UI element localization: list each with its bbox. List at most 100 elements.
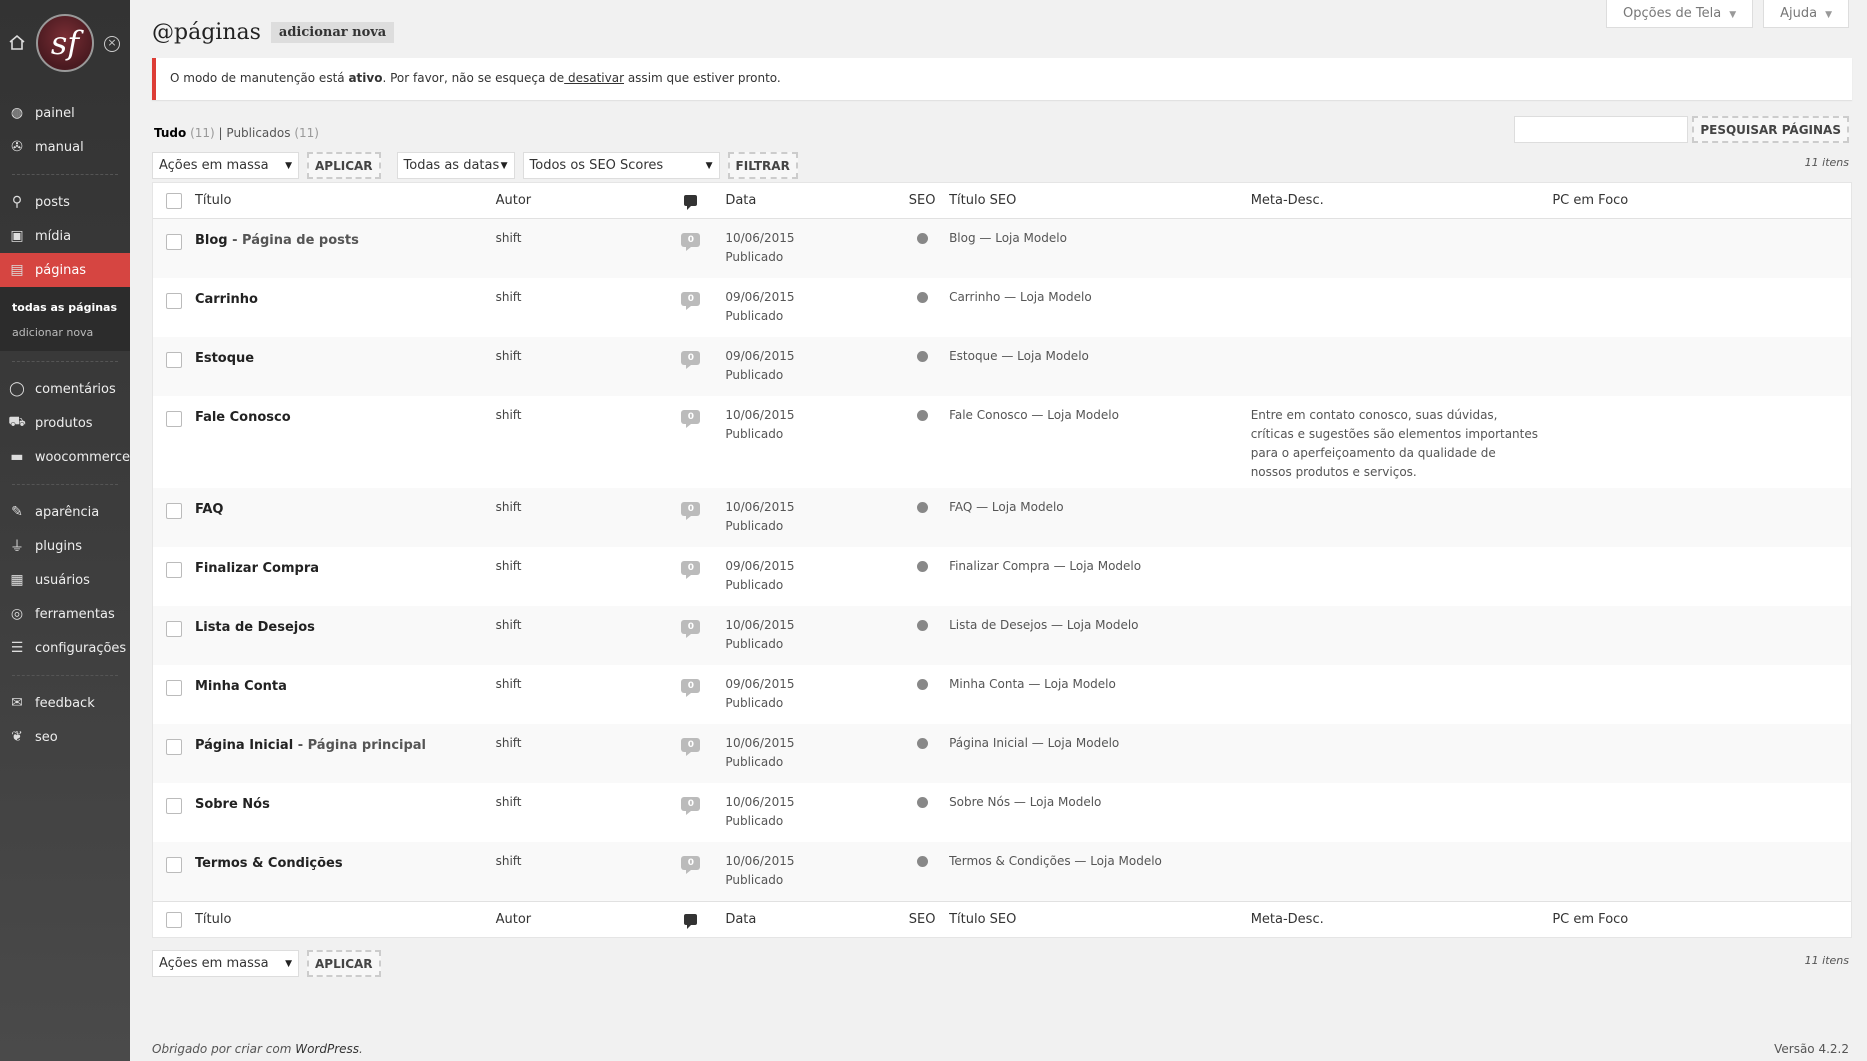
row-checkbox[interactable] — [165, 857, 182, 873]
page-title-link[interactable]: FAQ — [195, 502, 224, 517]
column-date[interactable]: Data — [725, 193, 895, 208]
row-seo-title: Página Inicial — Loja Modelo — [949, 736, 1120, 750]
home-icon[interactable] — [8, 34, 26, 50]
row-checkbox[interactable] — [165, 411, 182, 427]
bulk-actions-select[interactable]: Ações em massa ▼ — [152, 152, 299, 179]
comment-count-bubble[interactable]: 0 — [681, 351, 701, 369]
comment-count-bubble[interactable]: 0 — [681, 502, 701, 520]
row-checkbox[interactable] — [165, 234, 182, 250]
row-author[interactable]: shift — [496, 675, 657, 691]
row-author[interactable]: shift — [496, 288, 657, 304]
close-icon[interactable]: × — [104, 36, 120, 52]
row-checkbox[interactable] — [165, 562, 182, 578]
search-pages-button[interactable]: PESQUISAR PÁGINAS — [1692, 116, 1849, 143]
page-title-link[interactable]: Lista de Desejos — [195, 620, 315, 635]
comment-count-bubble[interactable]: 0 — [681, 561, 701, 579]
page-title-link[interactable]: Termos & Condições — [195, 856, 343, 871]
sidebar-item[interactable]: ✎ aparência — [0, 495, 130, 529]
sidebar-item[interactable]: ▬ woocommerce — [0, 440, 130, 474]
seo-score-select[interactable]: Todos os SEO Scores ▼ — [522, 152, 720, 179]
row-author[interactable]: shift — [496, 793, 657, 809]
sidebar-item[interactable]: ❦ seo — [0, 720, 130, 754]
row-author[interactable]: shift — [496, 406, 657, 422]
sidebar-item[interactable]: ◯ comentários — [0, 372, 130, 406]
row-author[interactable]: shift — [496, 229, 657, 245]
row-author[interactable]: shift — [496, 734, 657, 750]
page-title-link[interactable]: Sobre Nós — [195, 797, 270, 812]
row-seo-cell — [895, 616, 949, 631]
sidebar-item[interactable]: ✇ manual — [0, 130, 130, 164]
column-seo[interactable]: SEO — [895, 912, 949, 927]
row-comments-cell: 0 — [656, 557, 725, 579]
comment-count-bubble[interactable]: 0 — [681, 738, 701, 756]
add-new-button[interactable]: adicionar nova — [270, 22, 395, 43]
row-checkbox[interactable] — [165, 798, 182, 814]
row-checkbox[interactable] — [165, 680, 182, 696]
page-title-link[interactable]: Carrinho — [195, 292, 258, 307]
select-all-checkbox[interactable] — [165, 192, 182, 209]
row-author[interactable]: shift — [496, 852, 657, 868]
column-title[interactable]: Título — [195, 912, 496, 927]
column-title[interactable]: Título — [195, 193, 496, 208]
deactivate-link[interactable]: desativar — [564, 71, 624, 85]
users-icon: ▦ — [10, 572, 24, 588]
filter-button[interactable]: FILTRAR — [727, 152, 798, 179]
comment-count-bubble[interactable]: 0 — [681, 233, 701, 251]
filter-published-link[interactable]: Publicados — [226, 126, 290, 140]
row-checkbox-cell — [153, 675, 195, 696]
wordpress-link[interactable]: WordPress — [295, 1042, 359, 1056]
page-title-link[interactable]: Fale Conosco — [195, 410, 291, 425]
column-comments[interactable] — [656, 195, 725, 210]
row-author[interactable]: shift — [496, 616, 657, 632]
page-title-link[interactable]: Página Inicial — [195, 738, 293, 753]
column-date[interactable]: Data — [725, 912, 895, 927]
sidebar-item[interactable]: ◎ ferramentas — [0, 597, 130, 631]
page-title-link[interactable]: Blog — [195, 233, 228, 248]
date-filter-select[interactable]: Todas as datas ▼ — [396, 152, 515, 179]
row-checkbox[interactable] — [165, 621, 182, 637]
row-checkbox[interactable] — [165, 739, 182, 755]
row-comments-cell: 0 — [656, 675, 725, 697]
apply-button[interactable]: APLICAR — [307, 152, 381, 179]
row-checkbox[interactable] — [165, 352, 182, 368]
sidebar-item[interactable]: ⛟ produtos — [0, 406, 130, 440]
comment-count-bubble[interactable]: 0 — [681, 856, 701, 874]
row-author[interactable]: shift — [496, 498, 657, 514]
sidebar-item[interactable]: ◍ painel — [0, 96, 130, 130]
help-button[interactable]: Ajuda ▼ — [1763, 0, 1849, 28]
sidebar-item[interactable]: ▦ usuários — [0, 563, 130, 597]
submenu-item[interactable]: adicionar nova — [0, 320, 130, 345]
page-title-link[interactable]: Finalizar Compra — [195, 561, 319, 576]
page-title-link[interactable]: Minha Conta — [195, 679, 287, 694]
select-all-checkbox[interactable] — [165, 911, 182, 928]
sidebar-item[interactable]: ⏚ plugins — [0, 529, 130, 563]
site-logo[interactable]: sf — [36, 14, 94, 72]
row-checkbox[interactable] — [165, 293, 182, 309]
row-author[interactable]: shift — [496, 557, 657, 573]
sidebar-item[interactable]: ✉ feedback — [0, 686, 130, 720]
sidebar-item[interactable]: ⚲ posts — [0, 185, 130, 219]
comment-count-bubble[interactable]: 0 — [681, 292, 701, 310]
screen-options-button[interactable]: Opções de Tela ▼ — [1606, 0, 1754, 28]
column-seo[interactable]: SEO — [895, 193, 949, 208]
submenu-item[interactable]: todas as páginas — [0, 295, 130, 320]
bulk-actions-select[interactable]: Ações em massa ▼ — [152, 950, 299, 977]
search-input[interactable] — [1514, 116, 1689, 143]
comment-count-bubble[interactable]: 0 — [681, 679, 701, 697]
comment-count-bubble[interactable]: 0 — [681, 797, 701, 815]
row-date-cell: 09/06/2015 Publicado — [725, 557, 895, 595]
sidebar-item[interactable]: ▣ mídia — [0, 219, 130, 253]
row-author[interactable]: shift — [496, 347, 657, 363]
column-meta-desc: Meta-Desc. — [1250, 193, 1324, 208]
row-status: Publicado — [725, 427, 784, 441]
filter-all-link[interactable]: Tudo — [154, 126, 186, 140]
sidebar-item[interactable]: ☰ configurações — [0, 631, 130, 665]
comment-count-bubble[interactable]: 0 — [681, 410, 701, 428]
column-comments[interactable] — [656, 914, 725, 929]
apply-button[interactable]: APLICAR — [307, 950, 381, 977]
row-checkbox[interactable] — [165, 503, 182, 519]
page-title-link[interactable]: Estoque — [195, 351, 254, 366]
sidebar-item[interactable]: ▤ páginas — [0, 253, 130, 287]
seo-score-value: Todos os SEO Scores — [529, 158, 664, 173]
comment-count-bubble[interactable]: 0 — [681, 620, 701, 638]
